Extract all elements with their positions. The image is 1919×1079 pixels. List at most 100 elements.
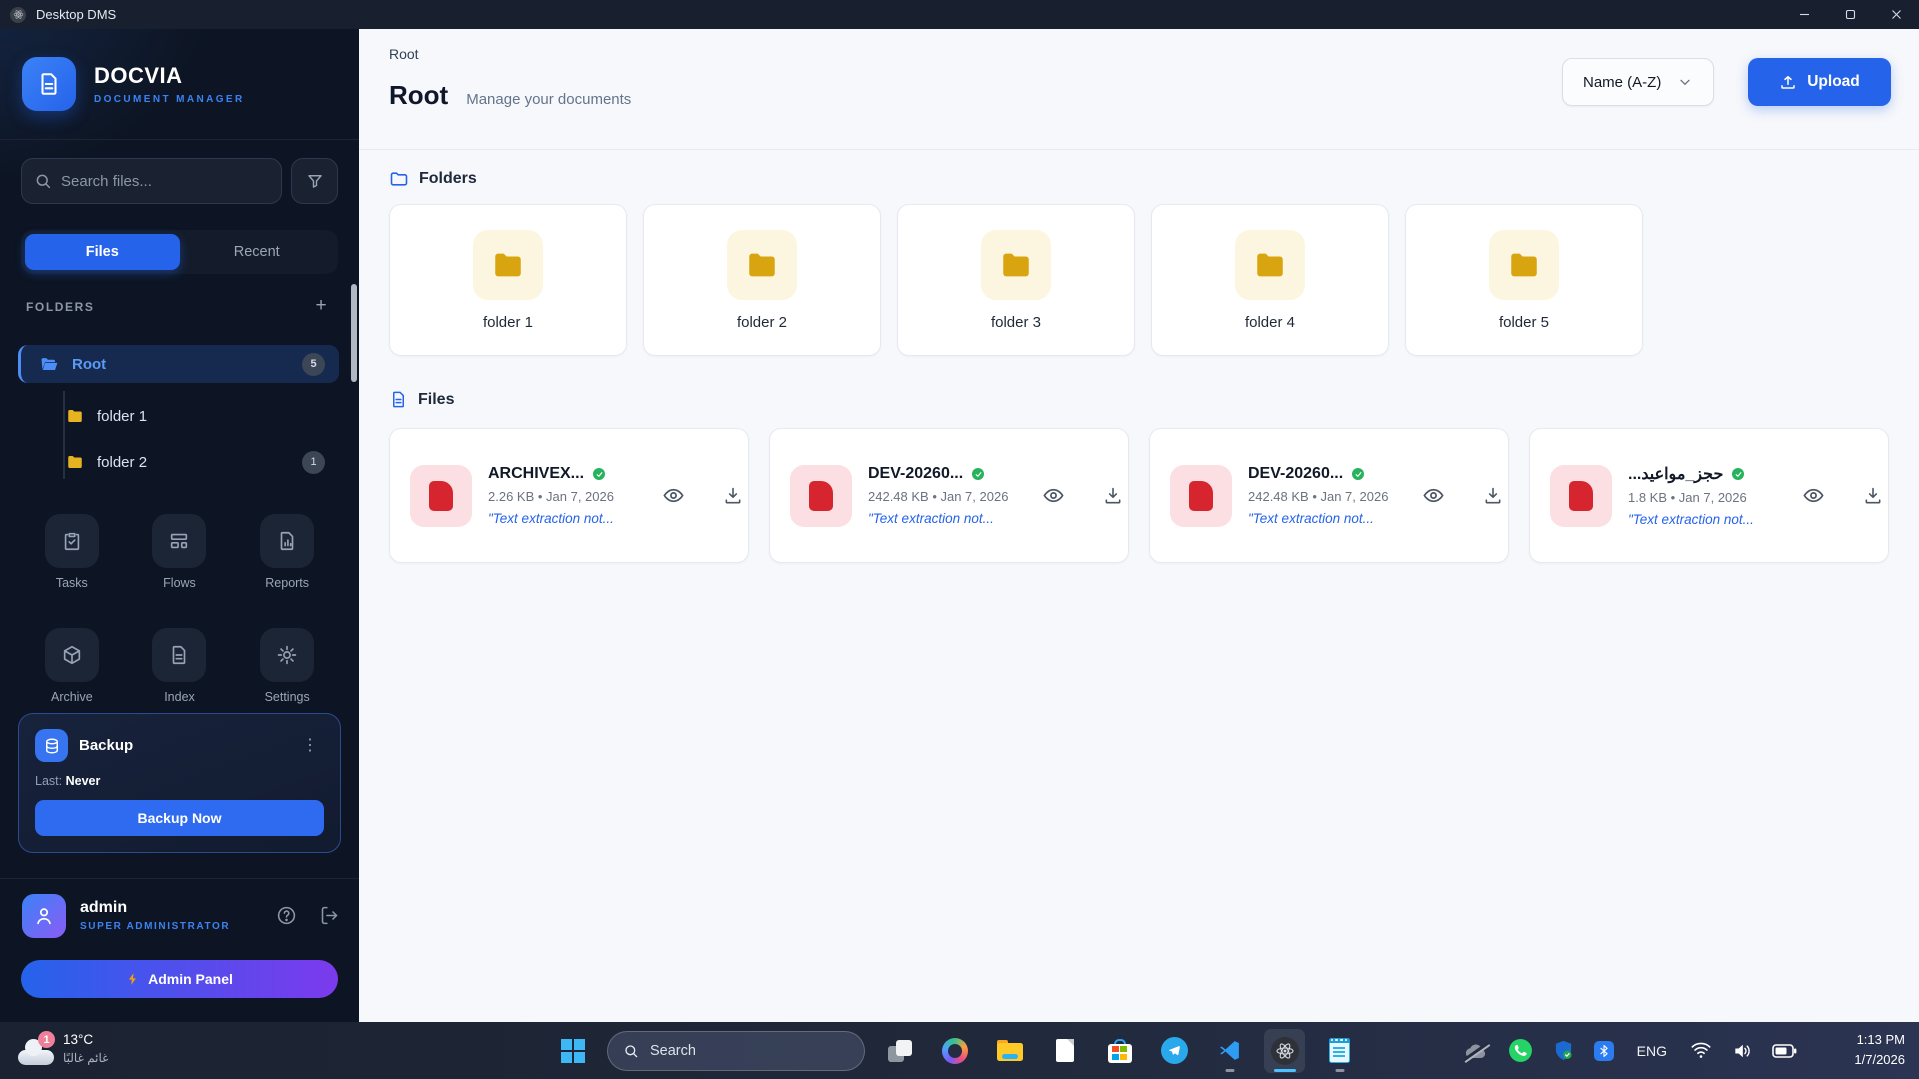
folder-card[interactable]: folder 3 (897, 204, 1135, 356)
nav-index[interactable]: Index (126, 628, 234, 704)
nav-archive[interactable]: Archive (18, 628, 126, 704)
preview-icon[interactable] (1802, 484, 1825, 507)
download-icon[interactable] (723, 486, 743, 506)
folder-card[interactable]: folder 2 (643, 204, 881, 356)
backup-menu-button[interactable]: ⋮ (296, 736, 324, 756)
file-explorer-icon[interactable] (989, 1029, 1030, 1073)
folder-card[interactable]: folder 5 (1405, 204, 1643, 356)
admin-panel-button[interactable]: Admin Panel (21, 960, 338, 998)
file-grid: ARCHIVEX... 2.26 KB • Jan 7, 2026 "Text … (389, 428, 1889, 563)
folder-card[interactable]: folder 1 (389, 204, 627, 356)
file-card[interactable]: DEV-20260... 242.48 KB • Jan 7, 2026 "Te… (769, 428, 1129, 563)
folder-name: folder 4 (1244, 313, 1296, 331)
file-card[interactable]: ARCHIVEX... 2.26 KB • Jan 7, 2026 "Text … (389, 428, 749, 563)
tab-files[interactable]: Files (25, 234, 180, 270)
divider (0, 878, 359, 879)
preview-icon[interactable] (662, 484, 685, 507)
weather-condition: غائم غالبًا (63, 1051, 109, 1065)
desktop: Desktop DMS DOCVIA DOCUMENT MANAGER Sear… (0, 0, 1919, 1079)
file-card[interactable]: DEV-20260... 242.48 KB • Jan 7, 2026 "Te… (1149, 428, 1509, 563)
help-icon[interactable] (276, 905, 297, 926)
preview-icon[interactable] (1042, 484, 1065, 507)
file-card[interactable]: حجز_مواعيد... 1.8 KB • Jan 7, 2026 "Text… (1529, 428, 1889, 563)
chevron-down-icon (1677, 74, 1693, 90)
weather-widget[interactable]: 1 13°C غائم غالبًا (18, 1027, 108, 1067)
start-button[interactable] (552, 1029, 593, 1073)
file-chart-icon (276, 530, 298, 552)
avatar (22, 893, 66, 938)
logout-icon[interactable] (319, 905, 340, 926)
sidebar-nav-grid: Tasks Flows Reports Archive Index Settin… (18, 514, 341, 704)
date: 1/7/2026 (1854, 1052, 1905, 1068)
folder-icon (66, 407, 84, 425)
preview-icon[interactable] (1422, 484, 1445, 507)
telegram-icon[interactable] (1154, 1029, 1195, 1073)
whatsapp-icon[interactable] (1508, 1038, 1533, 1063)
folders-section-label: FOLDERS (26, 300, 95, 314)
upload-button[interactable]: Upload (1748, 58, 1891, 106)
onedrive-icon[interactable] (1462, 1041, 1489, 1061)
files-section-header: Files (389, 390, 454, 409)
sidebar-item-folder-1[interactable]: folder 1 (52, 397, 339, 435)
breadcrumb[interactable]: Root (389, 46, 419, 62)
language-indicator[interactable]: ENG (1633, 1043, 1671, 1059)
download-icon[interactable] (1863, 486, 1883, 506)
task-view-icon[interactable] (879, 1029, 920, 1073)
notepad-file-icon[interactable] (1044, 1029, 1085, 1073)
folder-name: folder 1 (482, 313, 534, 331)
user-role: SUPER ADMINISTRATOR (80, 921, 231, 932)
sidebar-scrollbar[interactable] (351, 284, 357, 382)
nav-flows[interactable]: Flows (126, 514, 234, 590)
windows-security-icon[interactable] (1552, 1039, 1575, 1062)
add-folder-button[interactable]: + (309, 295, 333, 319)
bluetooth-icon[interactable] (1593, 1040, 1614, 1061)
brand-logo-icon (22, 57, 76, 111)
sort-dropdown[interactable]: Name (A-Z) (1562, 58, 1714, 106)
file-extraction-note: "Text extraction not... (1248, 510, 1374, 526)
download-icon[interactable] (1483, 486, 1503, 506)
folder-card[interactable]: folder 4 (1151, 204, 1389, 356)
clipboard-check-icon (61, 530, 83, 552)
sidebar-tabs: Files Recent (21, 230, 338, 274)
microsoft-store-icon[interactable] (1099, 1029, 1140, 1073)
tree-item-label: folder 2 (97, 453, 148, 471)
backup-now-button[interactable]: Backup Now (35, 800, 324, 836)
folder-name: folder 2 (736, 313, 788, 331)
nav-settings[interactable]: Settings (233, 628, 341, 704)
sidebar-search[interactable] (21, 158, 282, 204)
download-icon[interactable] (1103, 486, 1123, 506)
file-meta: 242.48 KB • Jan 7, 2026 (1248, 489, 1389, 505)
file-icon (168, 644, 190, 666)
file-extraction-note: "Text extraction not... (868, 510, 994, 526)
maximize-button[interactable] (1827, 0, 1873, 29)
filter-button[interactable] (291, 158, 338, 204)
taskbar-clock[interactable]: 1:13 PM 1/7/2026 (1854, 1030, 1905, 1070)
copilot-icon[interactable] (934, 1029, 975, 1073)
sidebar-item-root[interactable]: Root 5 (18, 345, 339, 383)
nav-tasks[interactable]: Tasks (18, 514, 126, 590)
window-titlebar: Desktop DMS (0, 0, 1919, 29)
battery-icon[interactable] (1772, 1043, 1797, 1058)
box-icon (61, 644, 83, 666)
taskbar: 1 13°C غائم غالبًا Search ENG 1:13 PM 1/… (0, 1022, 1919, 1079)
backup-card: Backup ⋮ Last: Never Backup Now (18, 713, 341, 853)
notification-badge: 1 (38, 1031, 55, 1048)
nav-reports[interactable]: Reports (233, 514, 341, 590)
desktop-dms-app-icon[interactable] (1264, 1028, 1305, 1073)
search-icon (623, 1043, 639, 1059)
volume-icon[interactable] (1731, 1041, 1753, 1061)
search-input[interactable] (61, 172, 269, 190)
sidebar-item-folder-2[interactable]: folder 2 1 (52, 443, 339, 481)
folder-icon (66, 453, 84, 471)
wifi-icon[interactable] (1690, 1041, 1712, 1060)
brand-subtitle: DOCUMENT MANAGER (94, 94, 245, 105)
taskbar-search[interactable]: Search (607, 1030, 865, 1071)
close-button[interactable] (1873, 0, 1919, 29)
tab-recent[interactable]: Recent (180, 234, 335, 270)
file-name: DEV-20260... (1248, 465, 1344, 483)
check-icon (593, 468, 606, 481)
minimize-button[interactable] (1781, 0, 1827, 29)
notepad-app-icon[interactable] (1319, 1029, 1360, 1073)
vscode-icon[interactable] (1209, 1029, 1250, 1073)
folder-icon (1235, 229, 1305, 300)
